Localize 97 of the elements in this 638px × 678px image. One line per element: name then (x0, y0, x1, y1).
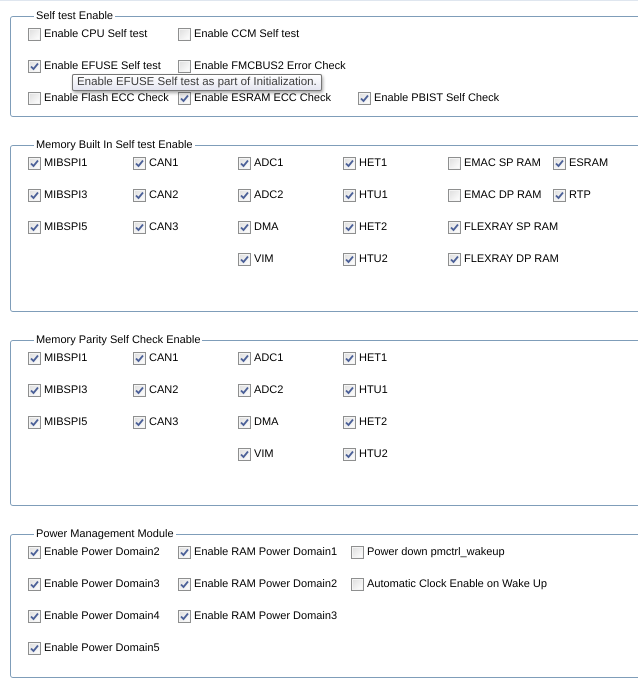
checkbox[interactable]: EMAC SP RAM (448, 155, 541, 171)
checkbox[interactable]: Power down pmctrl_wakeup (351, 544, 505, 560)
checkmark-icon (30, 612, 39, 620)
checkbox[interactable]: FLEXRAY SP RAM (448, 219, 558, 235)
checkbox[interactable]: HET1 (343, 155, 388, 171)
checkbox[interactable]: CAN3 (133, 219, 178, 235)
checkmark-icon (30, 548, 39, 556)
group-title: Memory Parity Self Check Enable (35, 334, 202, 346)
checkbox[interactable]: HET1 (343, 350, 388, 366)
checkbox[interactable]: RTP (553, 187, 591, 203)
checkbox[interactable]: Automatic Clock Enable on Wake Up (351, 576, 547, 592)
checkbox[interactable]: ADC1 (238, 350, 284, 366)
checkbox[interactable]: HTU2 (343, 446, 388, 462)
checkmark-icon (240, 190, 249, 200)
checkmark-icon (240, 254, 249, 264)
checkmark-icon (30, 418, 39, 426)
checkbox[interactable]: Enable RAM Power Domain3 (178, 608, 338, 624)
checkmark-icon (240, 386, 249, 394)
checkmark-icon (450, 254, 459, 264)
checkbox[interactable]: Enable FMCBUS2 Error Check (178, 58, 346, 74)
checkbox[interactable]: HTU1 (343, 187, 388, 203)
checkmark-icon (30, 158, 39, 168)
checkmark-icon (30, 354, 39, 362)
checkmark-icon (30, 644, 39, 652)
checkbox[interactable]: HET2 (343, 219, 388, 235)
checkmark-icon (345, 386, 354, 394)
checkmark-icon (180, 548, 189, 556)
checkbox[interactable]: CAN2 (133, 382, 178, 398)
checkmark-icon (240, 222, 249, 232)
checkbox[interactable]: ADC2 (238, 382, 284, 398)
checkbox[interactable]: Enable ESRAM ECC Check (178, 90, 331, 106)
checkmark-icon (30, 190, 39, 200)
checkbox[interactable]: CAN3 (133, 414, 178, 430)
checkmark-icon (345, 190, 354, 200)
checkmark-icon (30, 386, 39, 394)
checkbox[interactable]: Enable Power Domain2 (28, 544, 160, 560)
checkbox[interactable]: Enable CPU Self test (28, 26, 148, 42)
checkbox[interactable]: Enable CCM Self test (178, 26, 300, 42)
checkbox[interactable]: HTU2 (343, 251, 388, 267)
checkmark-icon (240, 354, 249, 362)
checkbox[interactable]: MIBSPI1 (28, 350, 88, 366)
checkmark-icon (30, 222, 39, 232)
checkbox[interactable]: HTU1 (343, 382, 388, 398)
checkmark-icon (360, 94, 369, 102)
checkmark-icon (240, 158, 249, 168)
checkbox[interactable]: ADC1 (238, 155, 284, 171)
checkmark-icon (135, 386, 144, 394)
checkmark-icon (345, 158, 354, 168)
checkmark-icon (240, 418, 249, 426)
checkmark-icon (30, 580, 39, 588)
checkbox[interactable]: CAN1 (133, 155, 178, 171)
tooltip: Enable EFUSE Self test as part of Initialization. (72, 74, 322, 91)
checkbox[interactable]: Enable Flash ECC Check (28, 90, 169, 106)
checkmark-icon (135, 222, 144, 232)
checkmark-icon (240, 450, 249, 458)
checkbox[interactable]: MIBSPI5 (28, 414, 88, 430)
checkbox[interactable]: ADC2 (238, 187, 284, 203)
checkbox[interactable]: CAN1 (133, 350, 178, 366)
checkmark-icon (345, 418, 354, 426)
checkmark-icon (450, 222, 459, 232)
checkmark-icon (345, 254, 354, 264)
checkmark-icon (345, 354, 354, 362)
checkmark-icon (180, 612, 189, 620)
group-title: Memory Built In Self test Enable (35, 139, 194, 151)
checkmark-icon (345, 450, 354, 458)
checkmark-icon (555, 190, 564, 200)
checkmark-icon (30, 62, 39, 70)
checkmark-icon (135, 418, 144, 426)
group-title: Power Management Module (35, 528, 175, 540)
checkbox[interactable]: Enable PBIST Self Check (358, 90, 500, 106)
checkbox[interactable]: MIBSPI3 (28, 187, 88, 203)
checkbox[interactable]: MIBSPI5 (28, 219, 88, 235)
checkbox[interactable]: EMAC DP RAM (448, 187, 542, 203)
checkmark-icon (555, 158, 564, 168)
checkbox[interactable]: Enable RAM Power Domain1 (178, 544, 338, 560)
checkbox[interactable]: DMA (238, 414, 278, 430)
checkmark-icon (345, 222, 354, 232)
checkbox[interactable]: VIM (238, 251, 274, 267)
checkbox[interactable]: Enable RAM Power Domain2 (178, 576, 338, 592)
checkmark-icon (180, 580, 189, 588)
checkmark-icon (180, 94, 189, 102)
checkbox[interactable]: CAN2 (133, 187, 178, 203)
checkbox[interactable]: ESRAM (553, 155, 608, 171)
checkbox[interactable]: Enable Power Domain5 (28, 640, 160, 656)
checkmark-icon (135, 354, 144, 362)
checkbox[interactable]: MIBSPI1 (28, 155, 88, 171)
checkbox[interactable]: Enable Power Domain3 (28, 576, 160, 592)
checkmark-icon (135, 158, 144, 168)
checkbox[interactable]: Enable EFUSE Self test (28, 58, 161, 74)
checkbox[interactable]: DMA (238, 219, 278, 235)
checkbox[interactable]: VIM (238, 446, 274, 462)
checkbox[interactable]: HET2 (343, 414, 388, 430)
checkbox[interactable]: MIBSPI3 (28, 382, 88, 398)
checkmark-icon (135, 190, 144, 200)
group-title: Self test Enable (35, 10, 114, 22)
checkbox[interactable]: Enable Power Domain4 (28, 608, 160, 624)
checkbox[interactable]: FLEXRAY DP RAM (448, 251, 559, 267)
